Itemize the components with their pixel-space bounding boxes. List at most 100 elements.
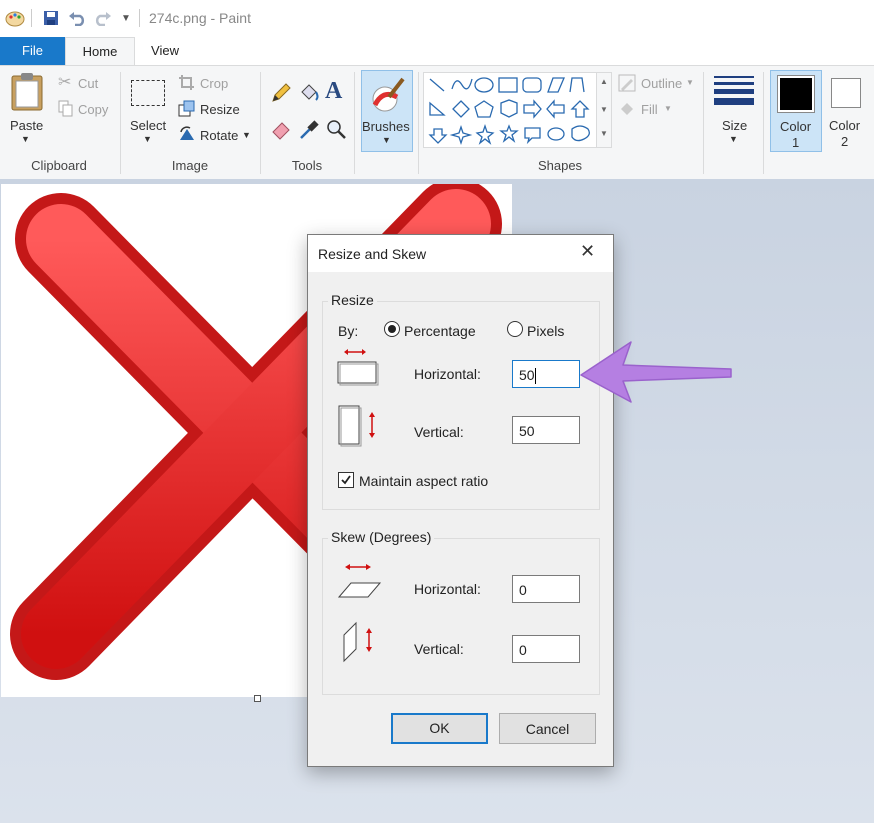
cut-button[interactable]: ✂ Cut (56, 74, 106, 92)
skew-horizontal-input[interactable]: 0 (512, 575, 580, 603)
color-picker-icon[interactable] (298, 118, 320, 140)
vertical-skew-icon (343, 621, 372, 663)
rotate-dropdown-icon: ▼ (242, 130, 251, 140)
shapes-scroll[interactable]: ▲ ▼ ▼ (596, 72, 612, 148)
vertical-resize-icon (338, 405, 375, 447)
size-line-icon (714, 76, 754, 78)
maintain-aspect-checkbox[interactable] (338, 472, 354, 488)
select-button[interactable]: Select ▼ (128, 74, 168, 150)
rotate-label: Rotate (200, 128, 239, 143)
brushes-button[interactable]: Brushes ▼ (361, 70, 413, 152)
horizontal-resize-icon (337, 349, 379, 386)
percentage-label[interactable]: Percentage (404, 323, 476, 339)
shapes-gallery[interactable] (423, 72, 597, 148)
copy-label: Copy (78, 102, 109, 117)
outline-button[interactable]: Outline ▼ (618, 74, 698, 92)
brush-icon (372, 77, 405, 112)
skew-vertical-input[interactable]: 0 (512, 635, 580, 663)
cancel-button[interactable]: Cancel (499, 713, 596, 744)
color2-swatch (831, 78, 861, 108)
ribbon-separator (354, 72, 355, 174)
canvas-resize-handle[interactable] (254, 695, 261, 702)
color1-label: Color (780, 119, 812, 134)
crop-label: Crop (200, 76, 229, 91)
rotate-icon (180, 126, 194, 140)
tools-group-label: Tools (291, 158, 323, 173)
clipboard-icon (11, 73, 43, 111)
fill-dropdown-icon: ▼ (664, 104, 672, 113)
percentage-radio[interactable] (384, 321, 400, 337)
shapes-group-label: Shapes (537, 158, 583, 173)
color2-button[interactable]: Color 2 (825, 70, 870, 150)
scroll-down-icon[interactable]: ▼ (600, 105, 608, 114)
vertical-label: Vertical: (414, 424, 464, 440)
tab-file[interactable]: File (0, 37, 65, 65)
resize-button[interactable]: Resize (176, 100, 242, 118)
customize-qat-icon[interactable]: ▼ (121, 13, 131, 24)
maintain-aspect-label[interactable]: Maintain aspect ratio (359, 473, 488, 489)
size-line-icon (714, 89, 754, 94)
ribbon-tabs: File Home View (0, 37, 874, 66)
select-rect-icon (131, 80, 165, 106)
fill-icon (621, 103, 633, 115)
rotate-button[interactable]: Rotate ▼ (176, 126, 252, 144)
size-button[interactable]: Size ▼ (710, 72, 758, 148)
paint-app-icon[interactable] (4, 8, 26, 28)
resize-label: Resize (200, 102, 240, 117)
pencil-icon[interactable] (270, 82, 292, 104)
resize-icon (178, 100, 195, 117)
pixels-radio[interactable] (507, 321, 523, 337)
save-icon[interactable] (43, 10, 59, 26)
dialog-title: Resize and Skew (318, 246, 427, 262)
fill-bucket-icon[interactable] (298, 82, 320, 104)
horizontal-input[interactable]: 50 (512, 360, 580, 388)
ribbon-separator (120, 72, 121, 174)
select-dropdown-icon: ▼ (143, 134, 152, 144)
size-line-icon (714, 98, 754, 105)
paste-button[interactable]: Paste ▼ (4, 70, 50, 150)
fill-button[interactable]: Fill ▼ (618, 100, 678, 118)
size-line-icon (714, 82, 754, 85)
horizontal-skew-icon (337, 564, 382, 598)
vertical-input[interactable]: 50 (512, 416, 580, 444)
shapes-icons (428, 77, 590, 146)
redo-icon[interactable] (94, 10, 112, 26)
image-group-label: Image (171, 158, 209, 173)
clipboard-group-label: Clipboard (31, 158, 87, 173)
skew-legend: Skew (Degrees) (328, 529, 435, 545)
paste-dropdown-icon: ▼ (21, 134, 30, 144)
skew-horizontal-label: Horizontal: (414, 581, 481, 597)
color2-label: Color (829, 118, 861, 133)
resize-legend: Resize (328, 292, 377, 308)
expand-gallery-icon[interactable]: ▼ (600, 129, 608, 138)
paste-label: Paste (10, 118, 44, 133)
crop-button[interactable]: Crop (176, 74, 236, 92)
scroll-up-icon[interactable]: ▲ (600, 77, 608, 86)
brushes-dropdown-icon: ▼ (382, 135, 391, 145)
ok-button[interactable]: OK (391, 713, 488, 744)
outline-dropdown-icon: ▼ (686, 78, 694, 87)
horizontal-label: Horizontal: (414, 366, 481, 382)
resize-skew-dialog: Resize and Skew ✕ Resize By: Percentage … (307, 234, 614, 767)
title-bar: ▼ 274c.png - Paint (0, 0, 874, 38)
magnifier-icon[interactable] (325, 118, 347, 140)
undo-icon[interactable] (68, 10, 86, 26)
ribbon-separator (260, 72, 261, 174)
checkmark-icon (341, 475, 351, 485)
by-label: By: (338, 323, 359, 339)
select-label: Select (130, 118, 167, 133)
tab-home[interactable]: Home (65, 37, 135, 66)
text-tool-icon[interactable]: A (325, 78, 342, 105)
size-dropdown-icon: ▼ (729, 134, 738, 144)
outline-label: Outline (641, 76, 683, 91)
copy-button[interactable]: Copy (56, 100, 112, 118)
color1-button[interactable]: Color 1 (770, 70, 822, 152)
size-label: Size (722, 118, 748, 133)
window-title: 274c.png - Paint (149, 10, 251, 26)
scissors-icon: ✂ (58, 74, 72, 91)
eraser-icon[interactable] (270, 118, 292, 140)
tab-view[interactable]: View (133, 37, 197, 65)
color1-number: 1 (792, 135, 800, 150)
close-icon[interactable]: ✕ (580, 241, 595, 262)
pixels-label[interactable]: Pixels (527, 323, 564, 339)
